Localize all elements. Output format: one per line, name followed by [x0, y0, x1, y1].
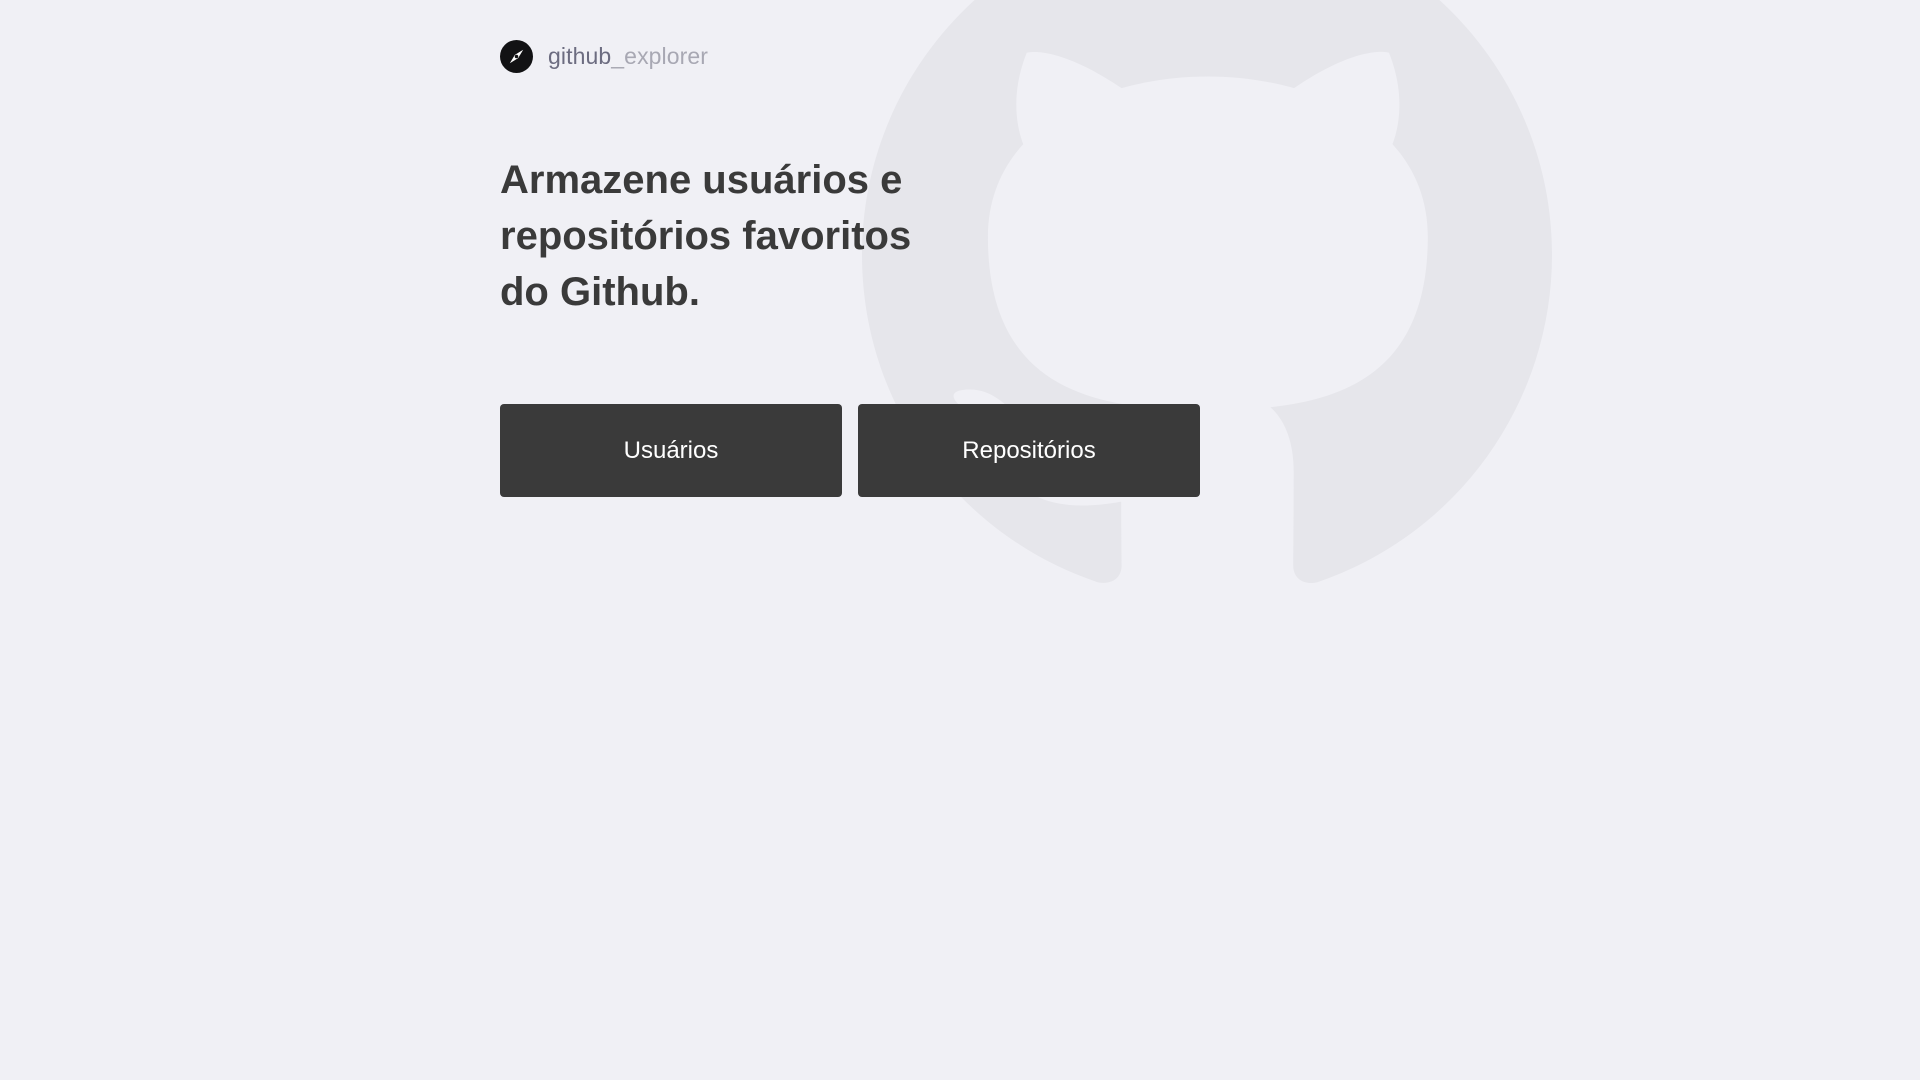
page: github_explorer Armazene usuários e repo…: [0, 0, 1920, 1080]
page-title: Armazene usuários e repositórios favorit…: [500, 158, 912, 314]
users-button[interactable]: Usuários: [500, 404, 842, 497]
compass-icon: [500, 39, 533, 73]
brand-name: github_explorer: [548, 39, 708, 73]
navigation-buttons: Usuários Repositórios: [500, 404, 1200, 497]
github-octocat-icon: [862, 0, 1552, 583]
brand-name-primary: github: [548, 43, 612, 69]
repositories-button[interactable]: Repositórios: [858, 404, 1200, 497]
brand-name-secondary: _explorer: [611, 43, 709, 69]
brand-logo[interactable]: github_explorer: [500, 39, 708, 73]
